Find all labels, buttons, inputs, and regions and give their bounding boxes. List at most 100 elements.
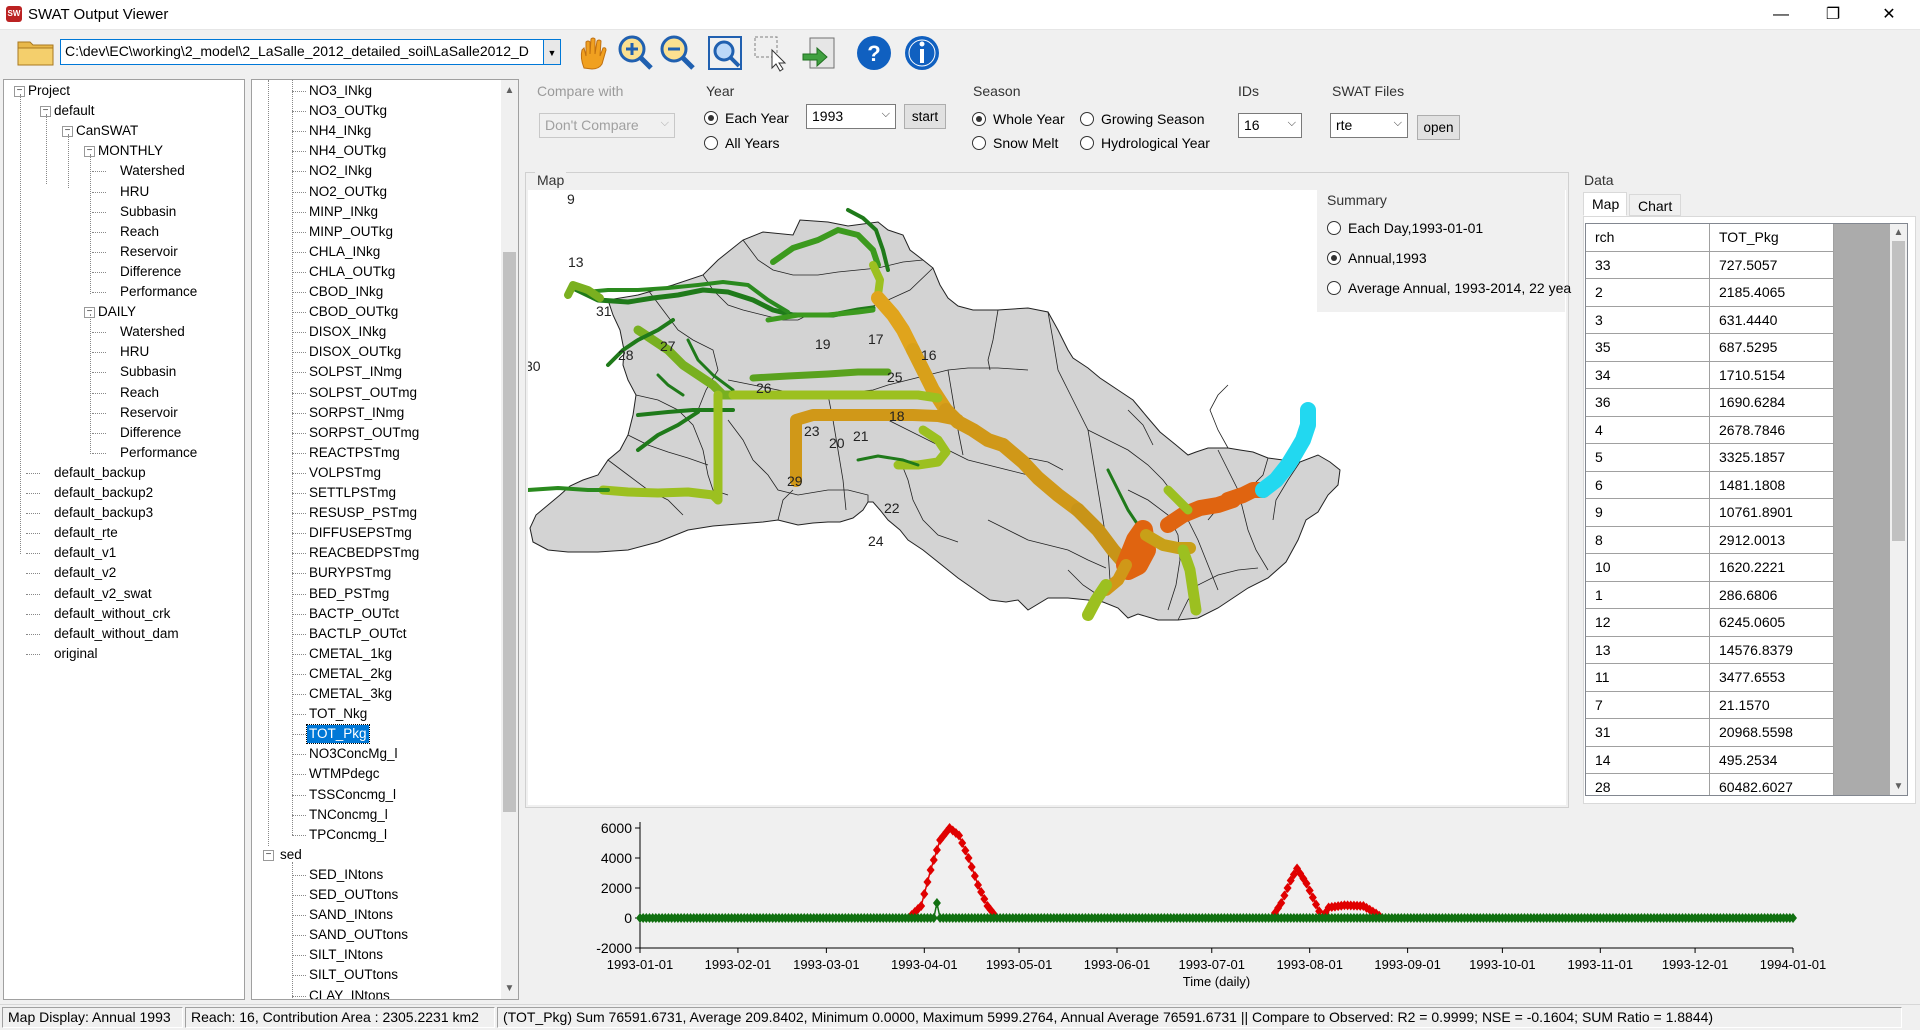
table-cell[interactable]: 1710.5154 [1710, 361, 1834, 389]
tree-item[interactable]: Subbasin [120, 363, 176, 381]
scroll-up-icon[interactable]: ▲ [1890, 224, 1907, 241]
tree-item[interactable]: Difference [120, 424, 181, 442]
close-button[interactable]: ✕ [1866, 0, 1912, 30]
variable-item[interactable]: NH4_INkg [307, 122, 373, 140]
variable-item[interactable]: CBOD_INkg [307, 283, 385, 301]
swat-files-select[interactable]: rte ⌵ [1330, 113, 1408, 138]
variable-item[interactable]: CMETAL_2kg [307, 665, 394, 683]
export-icon[interactable] [800, 34, 838, 72]
tree-item[interactable]: HRU [120, 343, 149, 361]
table-cell[interactable]: 286.6806 [1710, 581, 1834, 609]
info-icon[interactable] [903, 34, 941, 72]
tree-item[interactable]: default_without_dam [54, 625, 179, 643]
hydrological-year-radio[interactable]: Hydrological Year [1080, 134, 1210, 152]
table-cell[interactable]: 10761.8901 [1710, 499, 1834, 527]
table-cell[interactable]: 4 [1586, 416, 1710, 444]
all-years-radio[interactable]: All Years [704, 134, 779, 152]
table-cell[interactable]: 31 [1586, 719, 1710, 747]
tree-item[interactable]: Performance [120, 283, 197, 301]
time-series-chart[interactable]: 6000 4000 2000 0 -2000 1993-01-01 1993-02-01 19… [525, 812, 1915, 1000]
table-cell[interactable]: 21.1570 [1710, 691, 1834, 719]
variable-scrollbar[interactable]: ▲ ▼ [501, 80, 518, 999]
variable-item[interactable]: NO3ConcMg_l [307, 745, 400, 763]
scroll-thumb[interactable] [503, 252, 516, 812]
variable-item[interactable]: SED_INtons [307, 866, 385, 884]
variable-item[interactable]: CHLA_INkg [307, 243, 382, 261]
variable-item[interactable]: REACBEDPSTmg [307, 544, 421, 562]
tree-item[interactable]: Performance [120, 444, 197, 462]
variable-item[interactable]: RESUSP_PSTmg [307, 504, 419, 522]
table-cell[interactable]: 36 [1586, 389, 1710, 417]
variable-item[interactable]: CLAY_INtons [307, 987, 392, 1000]
table-cell[interactable]: 13 [1586, 636, 1710, 664]
tree-item[interactable]: default_v2 [54, 564, 116, 582]
variable-item[interactable]: NH4_OUTkg [307, 142, 388, 160]
variable-item[interactable]: SETTLPSTmg [307, 484, 398, 502]
variable-group-sed[interactable]: sed [280, 846, 302, 864]
tree-item[interactable]: Watershed [120, 162, 185, 180]
variable-item[interactable]: BED_PSTmg [307, 585, 391, 603]
maximize-button[interactable]: ❐ [1810, 0, 1856, 30]
variable-item[interactable]: WTMPdegc [307, 765, 382, 783]
table-cell[interactable]: 1690.6284 [1710, 389, 1834, 417]
tree-item[interactable]: CanSWAT [76, 122, 138, 140]
variable-item[interactable]: CHLA_OUTkg [307, 263, 397, 281]
column-header[interactable]: rch [1586, 224, 1710, 252]
variable-item[interactable]: MINP_OUTkg [307, 223, 395, 241]
variable-item[interactable]: TNConcmg_l [307, 806, 390, 824]
each-year-radio[interactable]: Each Year [704, 109, 789, 127]
chevron-down-icon[interactable]: ▼ [544, 39, 561, 65]
compare-with-select[interactable]: Don't Compare ⌵ [539, 113, 675, 138]
scroll-thumb[interactable] [1892, 241, 1905, 541]
table-cell[interactable]: 9 [1586, 499, 1710, 527]
variable-item[interactable]: NO3_INkg [307, 82, 374, 100]
variable-item[interactable]: DISOX_INkg [307, 323, 388, 341]
table-cell[interactable]: 28 [1586, 774, 1710, 795]
tree-item[interactable]: Reservoir [120, 243, 178, 261]
table-cell[interactable]: 3477.6553 [1710, 664, 1834, 692]
table-cell[interactable]: 20968.5598 [1710, 719, 1834, 747]
summary-option-radio[interactable]: Average Annual, 1993-2014, 22 yea [1327, 279, 1571, 297]
growing-season-radio[interactable]: Growing Season [1080, 110, 1205, 128]
whole-year-radio[interactable]: Whole Year [972, 110, 1065, 128]
table-cell[interactable]: 727.5057 [1710, 251, 1834, 279]
variable-item[interactable]: CBOD_OUTkg [307, 303, 400, 321]
tree-item[interactable]: default_rte [54, 524, 118, 542]
table-cell[interactable]: 3 [1586, 306, 1710, 334]
start-button[interactable]: start [904, 104, 946, 129]
table-cell[interactable]: 5 [1586, 444, 1710, 472]
scroll-up-icon[interactable]: ▲ [501, 82, 518, 99]
variable-item[interactable]: REACTPSTmg [307, 444, 402, 462]
table-cell[interactable]: 14 [1586, 746, 1710, 774]
table-cell[interactable]: 7 [1586, 691, 1710, 719]
variable-item[interactable]: BACTP_OUTct [307, 605, 401, 623]
variable-item[interactable]: SORPST_OUTmg [307, 424, 421, 442]
variable-item[interactable]: NO2_OUTkg [307, 183, 389, 201]
variable-item[interactable]: SORPST_INmg [307, 404, 406, 422]
variable-item[interactable]: VOLPSTmg [307, 464, 383, 482]
table-cell[interactable]: 35 [1586, 334, 1710, 362]
tab-map[interactable]: Map [1583, 192, 1627, 216]
table-cell[interactable]: 1481.1808 [1710, 471, 1834, 499]
variable-item[interactable]: TOT_Pkg [306, 724, 370, 745]
help-icon[interactable]: ? [855, 34, 893, 72]
table-cell[interactable]: 14576.8379 [1710, 636, 1834, 664]
tree-item[interactable]: DAILY [98, 303, 136, 321]
summary-option-radio[interactable]: Each Day,1993-01-01 [1327, 219, 1483, 237]
variable-item[interactable]: BURYPSTmg [307, 564, 393, 582]
variable-item[interactable]: SAND_INtons [307, 906, 395, 924]
table-cell[interactable]: 1 [1586, 581, 1710, 609]
open-button[interactable]: open [1417, 115, 1460, 140]
table-cell[interactable]: 2 [1586, 279, 1710, 307]
tree-item[interactable]: default_backup3 [54, 504, 153, 522]
table-cell[interactable]: 6 [1586, 471, 1710, 499]
pan-hand-icon[interactable] [574, 34, 612, 72]
variable-item[interactable]: SED_OUTtons [307, 886, 400, 904]
year-select[interactable]: 1993 ⌵ [806, 104, 896, 129]
summary-option-radio[interactable]: Annual,1993 [1327, 249, 1427, 267]
variable-item[interactable]: DISOX_OUTkg [307, 343, 403, 361]
open-folder-icon[interactable] [16, 36, 56, 68]
tree-item[interactable]: Difference [120, 263, 181, 281]
table-cell[interactable]: 687.5295 [1710, 334, 1834, 362]
tree-item[interactable]: default_backup2 [54, 484, 153, 502]
